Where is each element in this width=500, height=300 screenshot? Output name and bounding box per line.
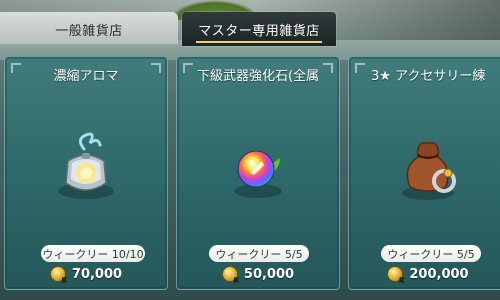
weekly-limit-badge: ウィークリー 5/5 (381, 245, 481, 262)
item-name: 3★ アクセサリー練 (371, 69, 486, 84)
price-row: 50,000 (177, 265, 339, 284)
shop-item-card[interactable]: 3★ アクセサリー練 ウィークリー 5/5 200,000 (348, 56, 500, 290)
rainbow-stone-icon (218, 127, 298, 207)
item-name: 濃縮アロマ (53, 69, 119, 84)
item-name: 下級武器強化石(全属 (196, 69, 320, 84)
tab-general-store[interactable]: 一般雑貨店 (0, 12, 178, 46)
weekly-limit-badge: ウィークリー 10/10 (41, 245, 145, 262)
price-row: 70,000 (5, 265, 167, 284)
price-row: 200,000 (349, 265, 500, 284)
gold-coin-icon (221, 266, 239, 284)
gold-coin-icon (387, 266, 404, 284)
weekly-limit-badge: ウィークリー 5/5 (209, 245, 309, 262)
price-value: 70,000 (71, 266, 123, 282)
tab-master-store-label: マスター専用雑貨店 (198, 23, 320, 39)
tab-master-store[interactable]: マスター専用雑貨店 (182, 12, 336, 46)
accessory-bag-icon (388, 127, 468, 207)
aroma-lantern-icon (46, 127, 126, 207)
shop-item-card[interactable]: 濃縮アロマ ウィークリー 10/10 70,000 (4, 56, 168, 290)
price-value: 50,000 (243, 266, 295, 282)
price-value: 200,000 (409, 266, 469, 282)
tab-general-store-label: 一般雑貨店 (55, 23, 123, 39)
shop-item-card[interactable]: 下級武器強化石(全属 ウィークリー 5/5 50,000 (176, 56, 340, 290)
gold-coin-icon (49, 266, 67, 284)
